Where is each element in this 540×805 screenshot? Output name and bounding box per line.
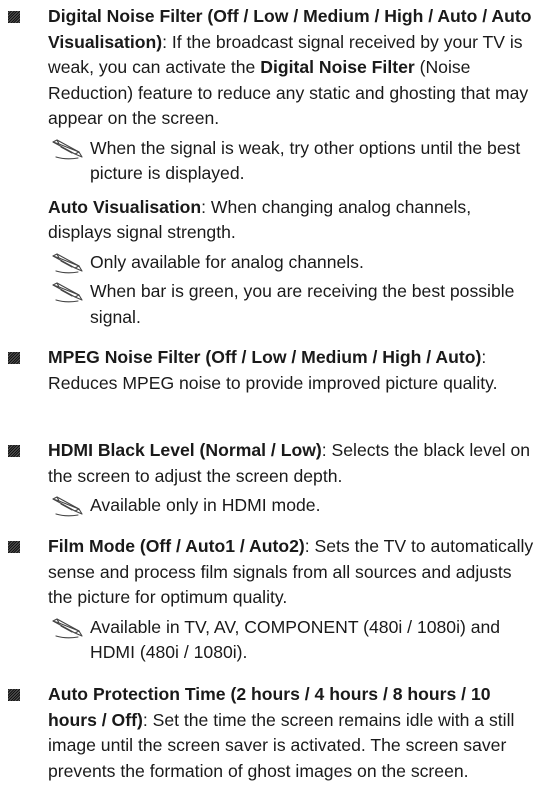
note: When bar is green, you are receiving the… — [48, 279, 536, 330]
list-item-digital-noise-filter: Digital Noise Filter (Off / Low / Medium… — [8, 4, 536, 330]
list-item-hdmi-black-level: HDMI Black Level (Normal / Low): Selects… — [8, 438, 536, 519]
item-title: HDMI Black Level (Normal / Low) — [48, 440, 322, 460]
note-text: Available in TV, AV, COMPONENT (480i / 1… — [90, 616, 501, 663]
note: Only available for analog channels. — [48, 250, 536, 276]
list-item-auto-protection-time: Auto Protection Time (2 hours / 4 hours … — [8, 682, 536, 784]
square-bullet-icon — [8, 11, 20, 23]
pencil-note-icon — [51, 496, 85, 518]
note-text: When bar is green, you are receiving the… — [90, 281, 515, 327]
pencil-note-icon — [51, 139, 85, 161]
square-bullet-icon — [8, 689, 20, 701]
list-item-mpeg-noise-filter: MPEG Noise Filter (Off / Low / Medium / … — [8, 345, 536, 396]
note: Available in TV, AV, COMPONENT (480i / 1… — [48, 615, 536, 666]
item-paragraph: Auto Protection Time (2 hours / 4 hours … — [48, 682, 536, 784]
item-paragraph: Film Mode (Off / Auto1 / Auto2): Sets th… — [48, 534, 536, 611]
sub-paragraph: Auto Visualisation: When changing analog… — [48, 195, 536, 246]
note-text: Available only in HDMI mode. — [90, 495, 321, 515]
note-text: Only available for analog channels. — [90, 251, 364, 272]
item-title: Film Mode (Off / Auto1 / Auto2) — [48, 536, 305, 556]
pencil-note-icon — [51, 282, 85, 304]
pencil-note-icon — [51, 253, 85, 275]
list-item-film-mode: Film Mode (Off / Auto1 / Auto2): Sets th… — [8, 534, 536, 666]
square-bullet-icon — [8, 541, 20, 553]
sub-title: Auto Visualisation — [48, 196, 202, 217]
item-title: MPEG Noise Filter (Off / Low / Medium / … — [48, 347, 482, 367]
pencil-note-icon — [51, 618, 85, 640]
note: When the signal is weak, try other optio… — [48, 136, 536, 187]
note: Available only in HDMI mode. — [48, 493, 536, 519]
item-paragraph: Digital Noise Filter (Off / Low / Medium… — [48, 4, 536, 132]
item-bold-term: Digital Noise Filter — [260, 57, 415, 77]
square-bullet-icon — [8, 445, 20, 457]
item-paragraph: MPEG Noise Filter (Off / Low / Medium / … — [48, 345, 536, 396]
manual-page: Digital Noise Filter (Off / Low / Medium… — [0, 0, 540, 805]
note-text: When the signal is weak, try other optio… — [90, 137, 521, 184]
item-paragraph: HDMI Black Level (Normal / Low): Selects… — [48, 438, 536, 489]
square-bullet-icon — [8, 352, 20, 364]
